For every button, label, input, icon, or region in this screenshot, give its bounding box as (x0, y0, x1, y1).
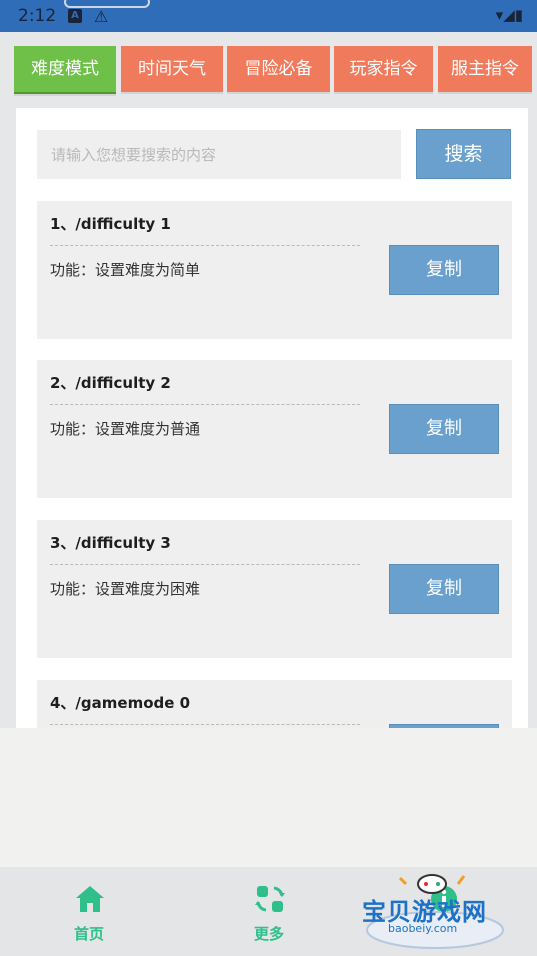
command-panel: 搜索 1、/difficulty 1 功能：设置难度为简单 复制 2、/diff… (16, 108, 528, 728)
divider (50, 564, 360, 565)
nav-home[interactable]: 首页 (34, 867, 144, 956)
divider (50, 245, 360, 246)
divider (50, 724, 360, 725)
category-tabs: 难度模式 时间天气 冒险必备 玩家指令 服主指令 (14, 46, 532, 94)
command-card: 1、/difficulty 1 功能：设置难度为简单 复制 (37, 201, 512, 339)
refresh-icon (255, 886, 285, 912)
content-area: 难度模式 时间天气 冒险必备 玩家指令 服主指令 搜索 1、/difficult… (0, 32, 537, 728)
status-bar: 2:12 A ⚠ ▾◢▮ (0, 0, 537, 32)
tab-server-commands[interactable]: 服主指令 (438, 46, 532, 92)
copy-button[interactable]: 复制 (389, 404, 499, 454)
command-card: 2、/difficulty 2 功能：设置难度为普通 复制 (37, 360, 512, 498)
command-card: 3、/difficulty 3 功能：设置难度为困难 复制 (37, 520, 512, 658)
home-icon (76, 886, 104, 912)
watermark-logo: 宝贝游戏网 baobeiy.com (360, 872, 510, 952)
nav-more-label: 更多 (253, 925, 284, 943)
search-button[interactable]: 搜索 (416, 129, 511, 179)
tab-player-commands[interactable]: 玩家指令 (334, 46, 433, 92)
status-time: 2:12 (18, 6, 57, 26)
command-description: 功能：设置难度为简单 (50, 261, 201, 279)
command-card: 4、/gamemode 0 复制 (37, 680, 512, 728)
nav-home-label: 首页 (73, 925, 104, 943)
watermark-url: baobeiy.com (388, 922, 458, 935)
copy-button[interactable]: 复制 (389, 245, 499, 295)
tab-adventure-essentials[interactable]: 冒险必备 (227, 46, 330, 92)
command-description: 功能：设置难度为困难 (50, 580, 201, 598)
tab-difficulty-mode[interactable]: 难度模式 (14, 46, 116, 94)
copy-button[interactable]: 复制 (389, 724, 499, 728)
notification-a-icon: A (68, 9, 82, 23)
command-title: 1、/difficulty 1 (50, 215, 171, 233)
copy-button[interactable]: 复制 (389, 564, 499, 614)
nav-more[interactable]: 更多 (214, 867, 324, 956)
search-input[interactable] (37, 130, 401, 179)
command-title: 3、/difficulty 3 (50, 534, 171, 552)
divider (50, 404, 360, 405)
command-title: 2、/difficulty 2 (50, 374, 171, 392)
signal-battery-icon: ▾◢▮ (495, 6, 523, 24)
command-title: 4、/gamemode 0 (50, 694, 191, 712)
command-description: 功能：设置难度为普通 (50, 420, 201, 438)
tab-time-weather[interactable]: 时间天气 (121, 46, 223, 92)
warning-icon: ⚠ (94, 7, 109, 26)
